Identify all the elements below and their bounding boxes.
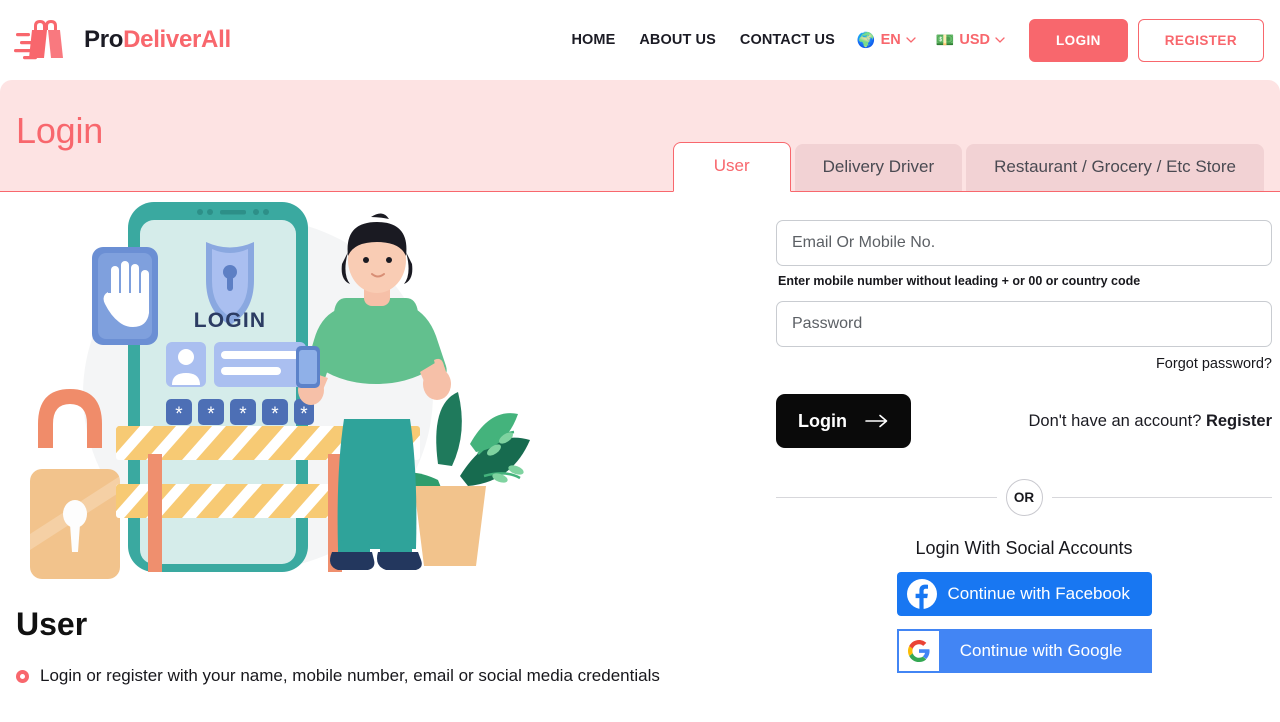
facebook-login-label: Continue with Facebook bbox=[947, 584, 1130, 603]
svg-text:*: * bbox=[239, 404, 247, 425]
login-action-row: Login Don't have an account? Register bbox=[776, 394, 1272, 448]
info-bullet-text: Login or register with your name, mobile… bbox=[40, 666, 660, 685]
google-login-button[interactable]: Continue with Google bbox=[896, 629, 1152, 673]
currency-value: USD bbox=[959, 32, 991, 48]
nav-item-home[interactable]: HOME bbox=[565, 32, 627, 48]
header-login-button[interactable]: LOGIN bbox=[1029, 18, 1128, 62]
site-header: ProDeliverAll HOME ABOUT US CONTACT US 🌍… bbox=[0, 0, 1280, 80]
tab-user[interactable]: User bbox=[672, 142, 791, 192]
logo[interactable]: ProDeliverAll bbox=[14, 18, 231, 62]
logo-text-deliverall: DeliverAll bbox=[123, 26, 231, 53]
illustration-login-text: LOGIN bbox=[194, 309, 267, 332]
login-submit-button[interactable]: Login bbox=[776, 394, 911, 448]
chevron-down-icon bbox=[906, 37, 916, 43]
or-label: OR bbox=[1005, 479, 1043, 516]
login-submit-label: Login bbox=[798, 410, 847, 431]
language-selector[interactable]: 🌍 EN bbox=[847, 32, 926, 48]
google-icon-tile bbox=[898, 631, 939, 671]
tab-delivery-driver[interactable]: Delivery Driver bbox=[794, 144, 963, 191]
svg-text:*: * bbox=[175, 404, 183, 425]
shopping-bag-icon bbox=[14, 20, 63, 60]
password-input[interactable] bbox=[776, 301, 1272, 347]
main-navigation: HOME ABOUT US CONTACT US 🌍 EN 💵 USD LOGI… bbox=[565, 18, 1264, 62]
main-content: LOGIN * * * * * User Login or register w… bbox=[0, 192, 1280, 688]
svg-text:*: * bbox=[271, 404, 279, 425]
tab-restaurant-grocery-store[interactable]: Restaurant / Grocery / Etc Store bbox=[966, 144, 1264, 191]
forgot-password-link[interactable]: Forgot password? bbox=[776, 356, 1272, 372]
login-form-column: Enter mobile number without leading + or… bbox=[776, 192, 1272, 688]
language-value: EN bbox=[880, 32, 901, 48]
info-bullet-item: Login or register with your name, mobile… bbox=[16, 665, 752, 688]
logo-text: ProDeliverAll bbox=[84, 26, 231, 54]
chevron-down-icon bbox=[995, 37, 1005, 43]
page-banner: Login User Delivery Driver Restaurant / … bbox=[0, 80, 1280, 192]
globe-icon: 🌍 bbox=[856, 31, 876, 49]
register-link[interactable]: Register bbox=[1206, 412, 1272, 430]
page-title: Login bbox=[16, 110, 104, 151]
bullet-dot-icon bbox=[16, 670, 29, 683]
divider-line-left bbox=[776, 497, 997, 498]
or-divider: OR bbox=[776, 479, 1272, 516]
email-or-mobile-input[interactable] bbox=[776, 220, 1272, 266]
logo-text-pro: Pro bbox=[84, 26, 124, 53]
nav-item-about-us[interactable]: ABOUT US bbox=[627, 32, 728, 48]
register-prompt-text: Don't have an account? bbox=[1028, 411, 1206, 430]
arrow-right-icon bbox=[865, 414, 888, 428]
google-login-label: Continue with Google bbox=[959, 641, 1123, 660]
mobile-helper-text: Enter mobile number without leading + or… bbox=[778, 274, 1141, 288]
banknote-icon: 💵 bbox=[935, 31, 955, 49]
google-icon bbox=[907, 640, 930, 662]
social-login-title: Login With Social Accounts bbox=[915, 538, 1133, 558]
facebook-login-button[interactable]: Continue with Facebook bbox=[896, 572, 1152, 616]
svg-text:*: * bbox=[300, 404, 308, 425]
facebook-icon bbox=[906, 579, 937, 609]
header-register-button[interactable]: REGISTER bbox=[1137, 18, 1264, 62]
register-prompt: Don't have an account? Register bbox=[1029, 412, 1272, 431]
login-security-illustration: LOGIN * * * * * bbox=[30, 202, 530, 579]
info-heading: User bbox=[16, 606, 88, 642]
account-type-tabs: User Delivery Driver Restaurant / Grocer… bbox=[672, 142, 1264, 192]
svg-text:*: * bbox=[207, 404, 215, 425]
left-column: LOGIN * * * * * User Login or register w… bbox=[16, 192, 752, 688]
currency-selector[interactable]: 💵 USD bbox=[926, 32, 1015, 48]
divider-line-right bbox=[1051, 497, 1272, 498]
nav-item-contact-us[interactable]: CONTACT US bbox=[728, 32, 847, 48]
